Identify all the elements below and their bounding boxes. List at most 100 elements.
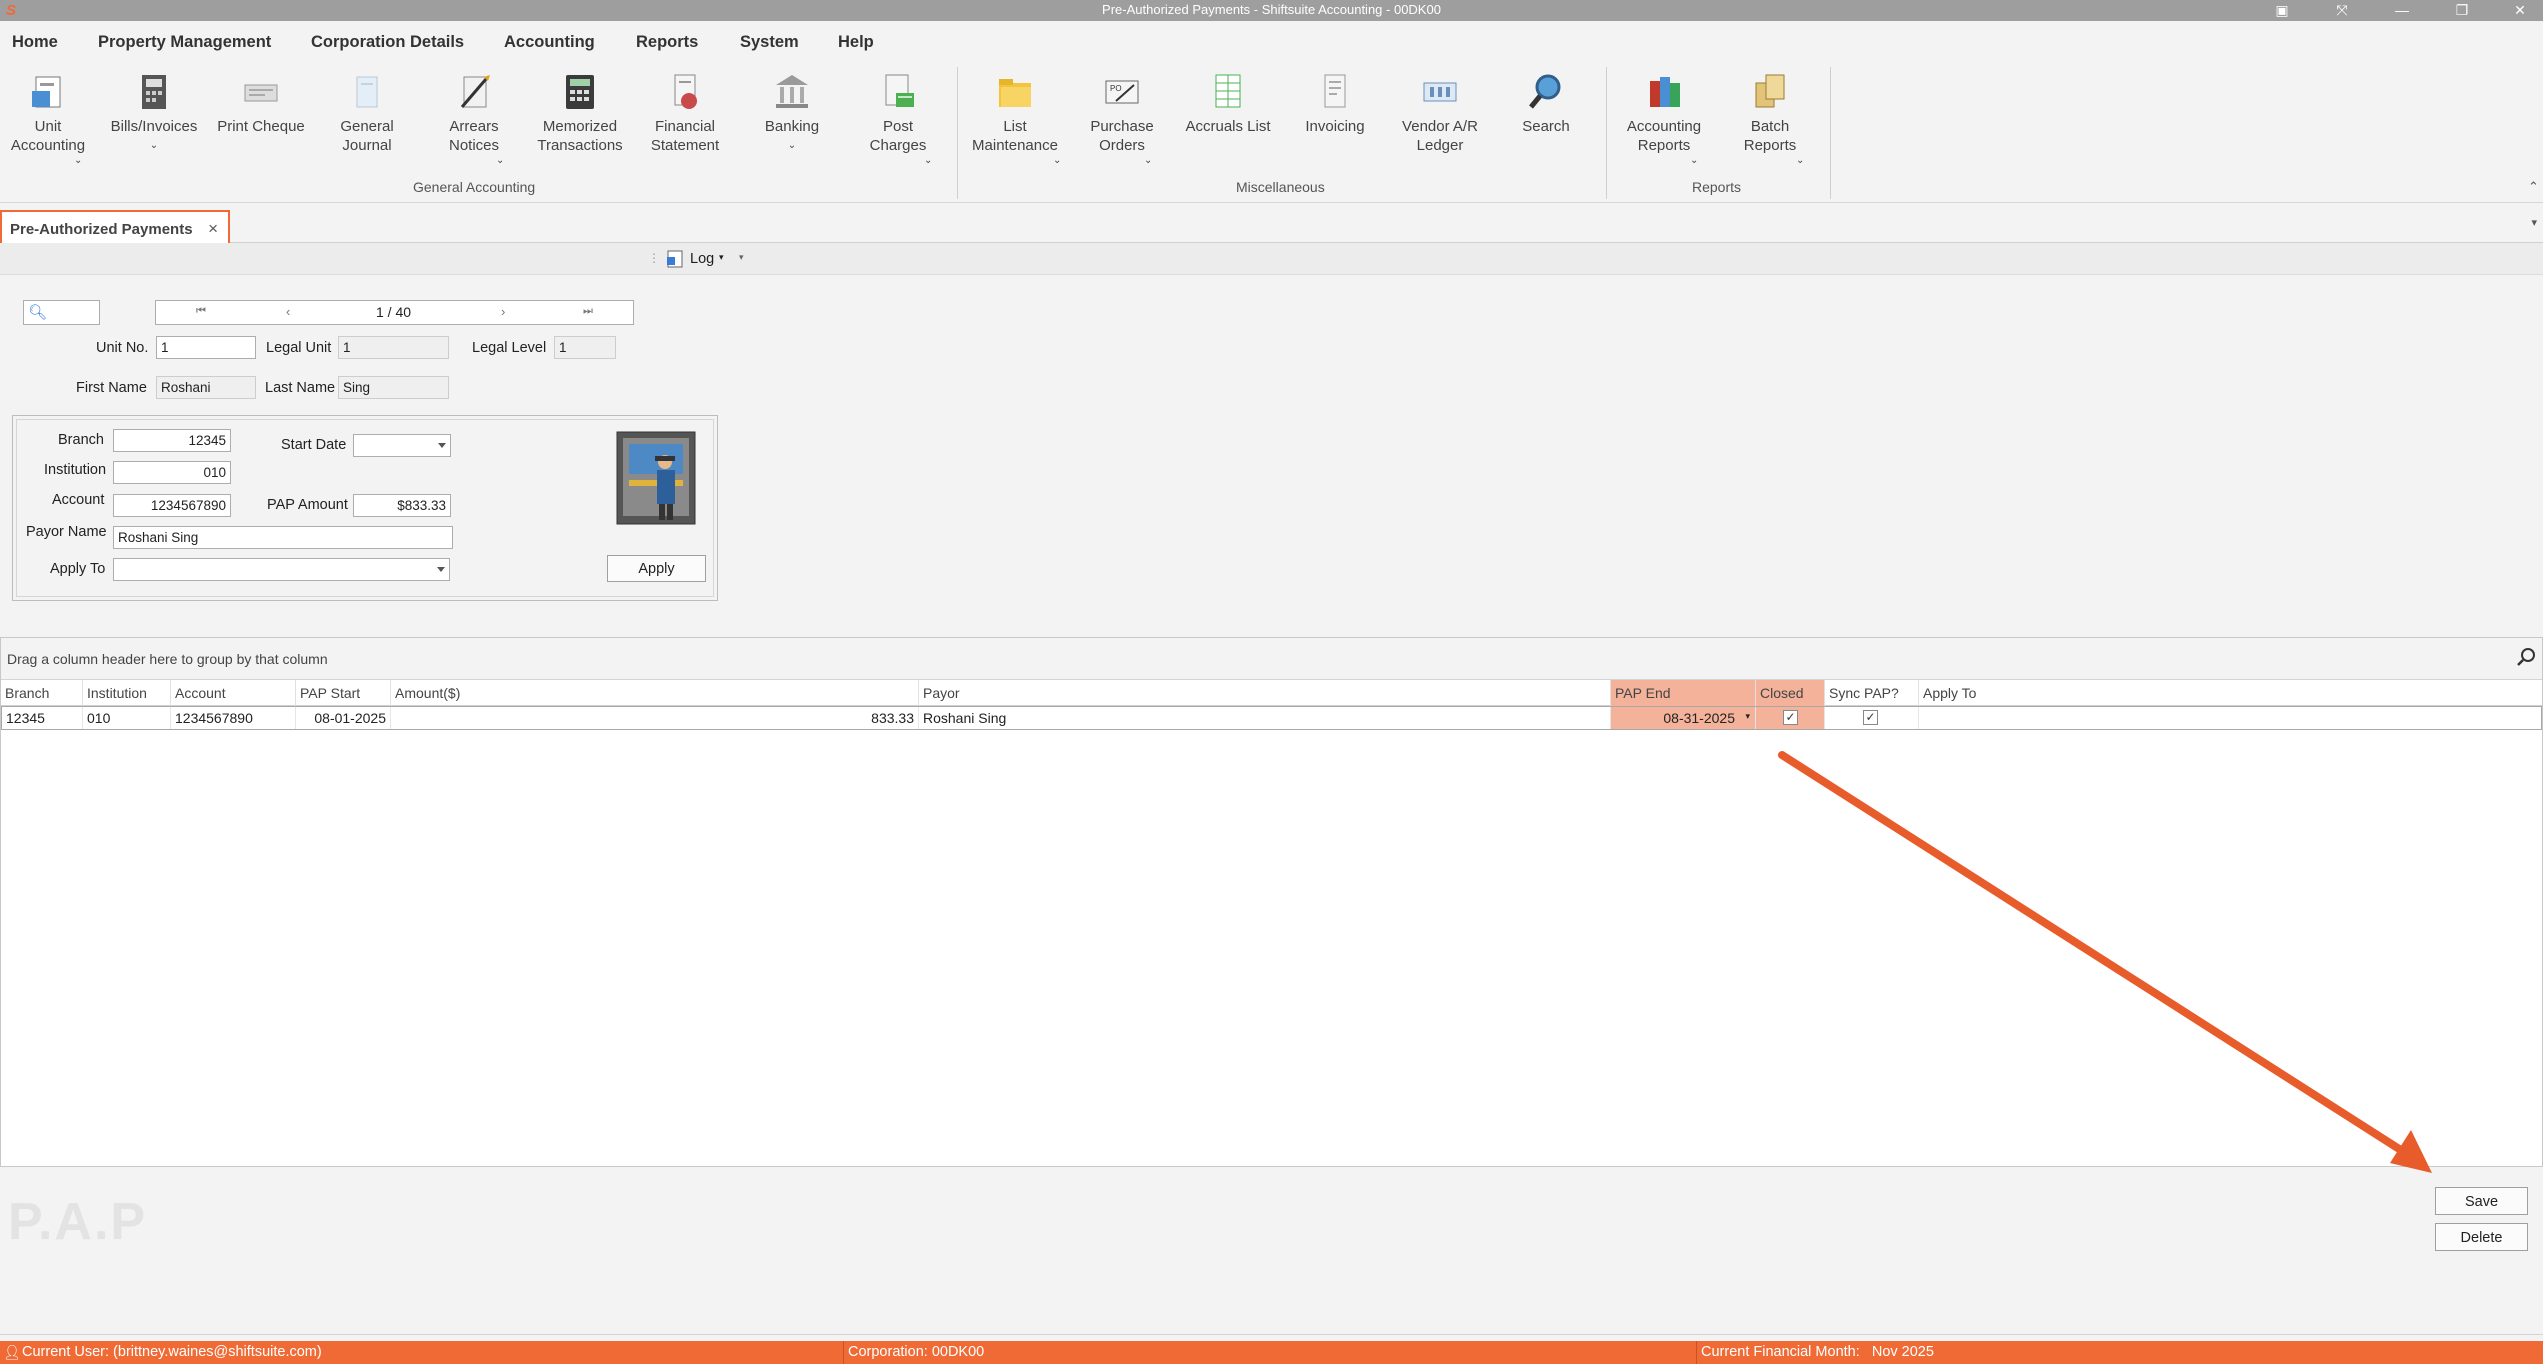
cell-closed[interactable]: ✓ bbox=[1756, 707, 1825, 729]
column-header-amount[interactable]: Amount($) bbox=[391, 680, 919, 706]
column-header-account[interactable]: Account bbox=[171, 680, 296, 706]
column-header-payor[interactable]: Payor bbox=[919, 680, 1611, 706]
cell-payor[interactable]: Roshani Sing bbox=[919, 707, 1611, 729]
delete-button[interactable]: Delete bbox=[2435, 1223, 2528, 1251]
purchase-orders-label: Purchase Orders bbox=[1090, 118, 1154, 154]
toolbar-options-icon[interactable]: ▾ bbox=[739, 252, 744, 263]
bills-invoices-button[interactable]: Bills/Invoices ⌄ bbox=[108, 71, 200, 155]
memorized-transactions-label: Memorized Transactions bbox=[537, 118, 623, 154]
menu-system[interactable]: System bbox=[740, 33, 799, 52]
close-tab-icon[interactable]: × bbox=[208, 219, 218, 239]
institution-label: Institution bbox=[44, 462, 107, 478]
accruals-list-button[interactable]: Accruals List bbox=[1180, 71, 1276, 136]
vendor-ar-ledger-label: Vendor A/R Ledger bbox=[1402, 118, 1478, 154]
arrears-notices-button[interactable]: Arrears Notices ⌄ bbox=[434, 71, 514, 166]
cell-amount[interactable]: 833.33 bbox=[391, 707, 919, 729]
start-date-picker[interactable] bbox=[353, 434, 451, 457]
cell-apply-to[interactable] bbox=[1919, 707, 2541, 729]
apply-button[interactable]: Apply bbox=[607, 555, 706, 582]
cell-pap-start[interactable]: 08-01-2025 bbox=[296, 707, 391, 729]
unit-no-input[interactable]: 1 bbox=[156, 336, 256, 359]
chevron-down-icon: ⌄ bbox=[1690, 155, 1699, 166]
tab-pre-authorized-payments[interactable]: Pre-Authorized Payments × bbox=[0, 210, 230, 243]
record-search-input[interactable]: 🔍︎ bbox=[23, 300, 100, 325]
log-dropdown-icon[interactable]: ▾ bbox=[719, 252, 724, 263]
minimize-button[interactable]: — bbox=[2382, 0, 2422, 21]
financial-statement-label: Financial Statement bbox=[650, 118, 720, 154]
last-record-button[interactable]: ⏭ bbox=[583, 305, 593, 318]
group-label-miscellaneous: Miscellaneous bbox=[1236, 179, 1325, 195]
purchase-orders-button[interactable]: PO Purchase Orders ⌄ bbox=[1082, 71, 1162, 166]
maximize-button[interactable]: ❐ bbox=[2442, 0, 2482, 21]
print-cheque-button[interactable]: Print Cheque bbox=[215, 71, 307, 136]
last-name-field: Sing bbox=[338, 376, 449, 399]
branch-input[interactable]: 12345 bbox=[113, 429, 231, 452]
pap-amount-input[interactable]: $833.33 bbox=[353, 494, 451, 517]
cell-pap-end[interactable]: 08-31-2025 ▾ bbox=[1611, 707, 1756, 729]
closed-checkbox[interactable]: ✓ bbox=[1783, 710, 1798, 725]
list-maintenance-button[interactable]: List Maintenance ⌄ bbox=[965, 71, 1065, 166]
unit-accounting-label: Unit Accounting bbox=[10, 118, 86, 154]
group-by-bar[interactable]: Drag a column header here to group by th… bbox=[1, 638, 2542, 680]
payor-name-input[interactable]: Roshani Sing bbox=[113, 526, 453, 549]
invoicing-button[interactable]: Invoicing bbox=[1295, 71, 1375, 136]
column-header-closed[interactable]: Closed bbox=[1756, 680, 1825, 706]
sync-pap-checkbox[interactable]: ✓ bbox=[1863, 710, 1878, 725]
cell-branch[interactable]: 12345 bbox=[2, 707, 83, 729]
annotation-arrow bbox=[1778, 751, 2432, 1173]
column-header-pap-start[interactable]: PAP Start bbox=[296, 680, 391, 706]
cell-sync-pap[interactable]: ✓ bbox=[1825, 707, 1919, 729]
menu-help[interactable]: Help bbox=[838, 33, 874, 52]
purchase-orders-icon: PO bbox=[1102, 71, 1142, 113]
column-header-sync-pap[interactable]: Sync PAP? bbox=[1825, 680, 1919, 706]
memorized-transactions-button[interactable]: Memorized Transactions bbox=[530, 71, 630, 155]
menu-property-management[interactable]: Property Management bbox=[98, 33, 271, 52]
financial-statement-button[interactable]: Financial Statement bbox=[645, 71, 725, 155]
accounting-reports-button[interactable]: Accounting Reports ⌄ bbox=[1618, 71, 1710, 166]
search-icon[interactable] bbox=[2516, 647, 2536, 670]
column-header-pap-end[interactable]: PAP End bbox=[1611, 680, 1756, 706]
unit-accounting-button[interactable]: Unit Accounting ⌄ bbox=[8, 71, 88, 166]
general-journal-label: General Journal bbox=[340, 118, 394, 154]
tab-list-dropdown-icon[interactable]: ▾ bbox=[2531, 216, 2537, 229]
table-row[interactable]: 12345 010 1234567890 08-01-2025 833.33 R… bbox=[1, 706, 2542, 730]
next-record-button[interactable]: › bbox=[501, 304, 505, 319]
institution-input[interactable]: 010 bbox=[113, 461, 231, 484]
column-header-branch[interactable]: Branch bbox=[1, 680, 83, 706]
menu-reports[interactable]: Reports bbox=[636, 33, 698, 52]
accounting-reports-label: Accounting Reports bbox=[1626, 118, 1702, 154]
menu-corporation-details[interactable]: Corporation Details bbox=[311, 33, 464, 52]
close-window-button[interactable]: ✕ bbox=[2500, 0, 2540, 21]
post-charges-button[interactable]: Post Charges ⌄ bbox=[858, 71, 938, 166]
collapse-ribbon-icon[interactable]: ⌃ bbox=[2528, 179, 2539, 195]
menu-accounting[interactable]: Accounting bbox=[504, 33, 595, 52]
first-record-button[interactable]: ⏮ bbox=[196, 305, 206, 318]
account-input[interactable]: 1234567890 bbox=[113, 494, 231, 517]
log-button[interactable]: Log bbox=[690, 251, 714, 267]
vendor-ar-ledger-button[interactable]: Vendor A/R Ledger bbox=[1395, 71, 1485, 155]
chevron-down-icon: ⌄ bbox=[149, 140, 159, 151]
bills-invoices-icon bbox=[134, 71, 174, 113]
previous-record-button[interactable]: ‹ bbox=[286, 304, 290, 319]
apply-to-select[interactable] bbox=[113, 558, 450, 581]
save-button[interactable]: Save bbox=[2435, 1187, 2528, 1215]
column-header-apply-to[interactable]: Apply To bbox=[1919, 680, 2542, 706]
accruals-list-label: Accruals List bbox=[1185, 118, 1271, 135]
folder-icon bbox=[995, 71, 1035, 113]
banking-button[interactable]: Banking ⌄ bbox=[752, 71, 832, 155]
fullscreen-icon[interactable]: ⤧ bbox=[2322, 0, 2362, 21]
grid-header: Branch Institution Account PAP Start Amo… bbox=[1, 680, 2542, 706]
cell-account[interactable]: 1234567890 bbox=[171, 707, 296, 729]
chevron-down-icon bbox=[438, 443, 446, 448]
batch-reports-button[interactable]: Batch Reports ⌄ bbox=[1728, 71, 1812, 166]
financial-statement-icon bbox=[665, 71, 705, 113]
status-bar: 👤︎ Current User: (brittney.waines@shifts… bbox=[0, 1341, 2543, 1364]
general-journal-button[interactable]: General Journal bbox=[327, 71, 407, 155]
search-button[interactable]: Search bbox=[1508, 71, 1584, 136]
cell-institution[interactable]: 010 bbox=[83, 707, 171, 729]
restore-layout-icon[interactable]: ▣ bbox=[2262, 0, 2302, 21]
menu-home[interactable]: Home bbox=[12, 33, 58, 52]
chevron-down-icon[interactable]: ▾ bbox=[1745, 711, 1750, 722]
spreadsheet-icon bbox=[1208, 71, 1248, 113]
column-header-institution[interactable]: Institution bbox=[83, 680, 171, 706]
